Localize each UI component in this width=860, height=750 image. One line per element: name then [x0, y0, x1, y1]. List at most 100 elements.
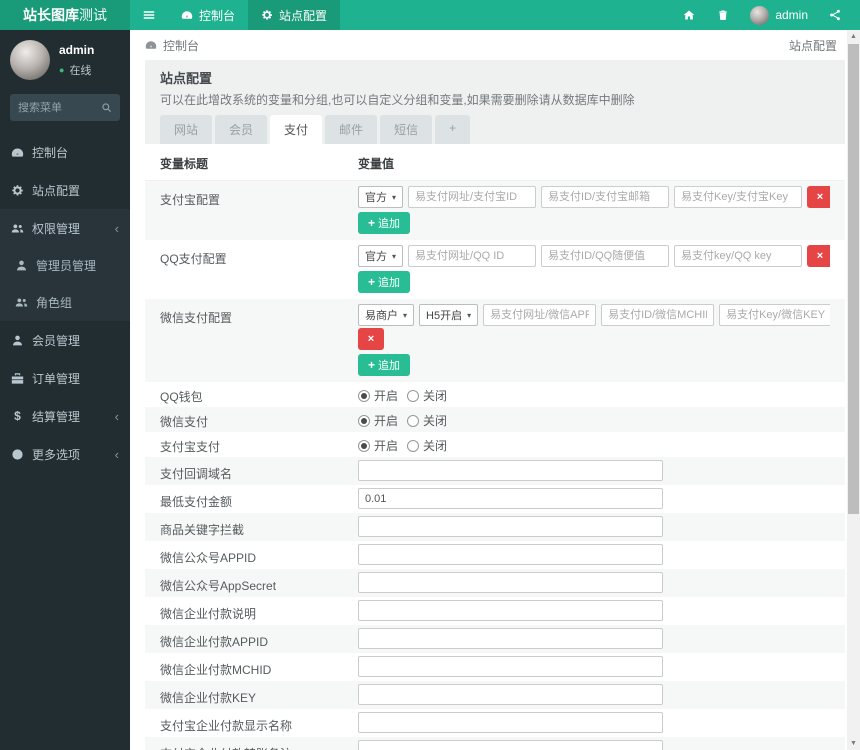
- clear-cache-button[interactable]: [706, 0, 740, 30]
- config-table: 变量标题 变量值 支付宝配置官方▾×+追加QQ支付配置官方▾×+追加微信支付配置…: [145, 144, 845, 750]
- column-header: 变量值: [358, 157, 395, 171]
- config-value-input[interactable]: [358, 712, 663, 733]
- sidebar-item-admin-manage[interactable]: 管理员管理: [0, 247, 130, 284]
- scroll-up-icon[interactable]: ▲: [847, 30, 860, 43]
- panel-title: 站点配置: [160, 71, 213, 86]
- scroll-down-icon[interactable]: ▼: [847, 737, 860, 750]
- row-value: 官方 ▾ × +追加: [358, 186, 830, 235]
- sidebar-item-site-config[interactable]: 站点配置: [0, 171, 130, 209]
- row-value: 开启 关闭: [358, 409, 830, 428]
- config-value-input[interactable]: [358, 600, 663, 621]
- sidebar-item-role-group[interactable]: 角色组: [0, 284, 130, 321]
- config-select[interactable]: 官方 ▾: [358, 245, 404, 267]
- sidebar-item-more[interactable]: 更多选项 ‹: [0, 435, 130, 473]
- radio-option[interactable]: 关闭: [407, 412, 447, 429]
- users-icon: [15, 298, 28, 307]
- row-label: 支付宝支付: [160, 440, 221, 454]
- user-icon: [13, 335, 22, 345]
- config-select[interactable]: H5开启 ▾: [419, 304, 479, 326]
- tab-email[interactable]: 邮件: [325, 115, 378, 144]
- append-button[interactable]: + 追加: [358, 212, 411, 234]
- config-table-header: 变量标题 变量值: [145, 144, 845, 181]
- config-input[interactable]: [674, 186, 803, 208]
- scrollbar-thumb[interactable]: [848, 44, 859, 514]
- radio-option[interactable]: 关闭: [407, 437, 447, 454]
- radio-option[interactable]: 开启: [358, 412, 398, 429]
- user-icon: [17, 260, 26, 271]
- append-label: 追加: [378, 360, 401, 372]
- tab-payment[interactable]: 支付: [270, 115, 323, 144]
- row-label: 支付回调域名: [160, 467, 233, 481]
- config-value-input[interactable]: [358, 740, 663, 750]
- config-value-input[interactable]: [358, 516, 663, 537]
- config-input[interactable]: [719, 304, 830, 326]
- config-row: 微信企业付款MCHID: [145, 653, 845, 681]
- share-button[interactable]: [818, 0, 852, 30]
- home-icon: [684, 10, 695, 20]
- sidebar-group-auth: 权限管理 ‹ 管理员管理 角色组: [0, 209, 130, 321]
- search-icon[interactable]: [101, 102, 112, 113]
- radio-option[interactable]: 开启: [358, 437, 398, 454]
- config-input[interactable]: [601, 304, 715, 326]
- radio-option[interactable]: 开启: [358, 387, 398, 404]
- config-input[interactable]: [408, 186, 537, 208]
- row-value: 开启 关闭: [358, 384, 830, 403]
- config-value-input[interactable]: [358, 684, 663, 705]
- sidebar-item-settle[interactable]: $ 结算管理 ‹: [0, 397, 130, 435]
- config-input[interactable]: [408, 245, 537, 267]
- config-input[interactable]: [483, 304, 597, 326]
- app-logo[interactable]: 站长图库 测试: [0, 0, 130, 30]
- tab-member[interactable]: 会员: [215, 115, 268, 144]
- config-row: 最低支付金额: [145, 485, 845, 513]
- config-value-input[interactable]: [358, 656, 663, 677]
- share-nodes-icon: [830, 9, 840, 21]
- radio-group: 开启 关闭: [358, 384, 830, 403]
- row-value: [358, 516, 830, 537]
- sidebar-item-dashboard[interactable]: 控制台: [0, 133, 130, 171]
- config-value-input[interactable]: [358, 460, 663, 481]
- sidebar-item-order[interactable]: 订单管理: [0, 359, 130, 397]
- nav-tab-dashboard[interactable]: 控制台: [168, 0, 248, 30]
- row-value: 易商户 ▾ H5开启 ▾ × +追加: [358, 304, 830, 377]
- remove-button[interactable]: ×: [807, 245, 830, 267]
- config-value-input[interactable]: [358, 628, 663, 649]
- config-value-input[interactable]: [358, 544, 663, 565]
- config-input[interactable]: [541, 186, 670, 208]
- config-select[interactable]: 易商户 ▾: [358, 304, 415, 326]
- config-row: 支付宝企业付款显示名称: [145, 709, 845, 737]
- radio-label: 关闭: [423, 439, 448, 453]
- row-label: 微信支付配置: [160, 311, 233, 325]
- config-input[interactable]: [541, 245, 670, 267]
- app-logo-light: 测试: [79, 7, 107, 23]
- config-select[interactable]: 官方 ▾: [358, 186, 404, 208]
- sidebar-item-auth[interactable]: 权限管理 ‹: [0, 209, 130, 247]
- sidebar-item-member[interactable]: 会员管理: [0, 321, 130, 359]
- sidebar-toggle-button[interactable]: [130, 0, 168, 30]
- menu-label: 订单管理: [32, 371, 81, 386]
- circle-icon: [12, 448, 23, 460]
- vertical-scrollbar[interactable]: ▲ ▼: [847, 30, 860, 750]
- radio-group: 开启 关闭: [358, 409, 830, 428]
- select-value: 官方: [365, 251, 387, 263]
- config-input[interactable]: [674, 245, 803, 267]
- nav-tab-site-config[interactable]: 站点配置: [248, 0, 341, 30]
- config-value-input[interactable]: [358, 572, 663, 593]
- remove-button[interactable]: ×: [807, 186, 830, 208]
- append-button[interactable]: + 追加: [358, 271, 411, 293]
- config-value-input[interactable]: [358, 488, 663, 509]
- row-label: 微信支付: [160, 415, 209, 429]
- tab-sms[interactable]: 短信: [380, 115, 433, 144]
- user-menu[interactable]: admin: [740, 5, 818, 25]
- tab-add[interactable]: +: [435, 115, 471, 144]
- breadcrumb-dashboard[interactable]: 控制台: [145, 37, 199, 54]
- navbar-right: admin: [672, 0, 860, 30]
- radio-label: 开启: [374, 414, 399, 428]
- append-button[interactable]: + 追加: [358, 354, 411, 376]
- config-panel: 站点配置 可以在此增改系统的变量和分组,也可以自定义分组和变量,如果需要删除请从…: [145, 60, 845, 750]
- home-button[interactable]: [672, 0, 706, 30]
- radio-option[interactable]: 关闭: [407, 387, 447, 404]
- remove-button[interactable]: ×: [358, 328, 384, 350]
- row-label: QQ支付配置: [160, 252, 227, 266]
- tab-website[interactable]: 网站: [160, 115, 213, 144]
- menu-search-input[interactable]: [18, 101, 101, 114]
